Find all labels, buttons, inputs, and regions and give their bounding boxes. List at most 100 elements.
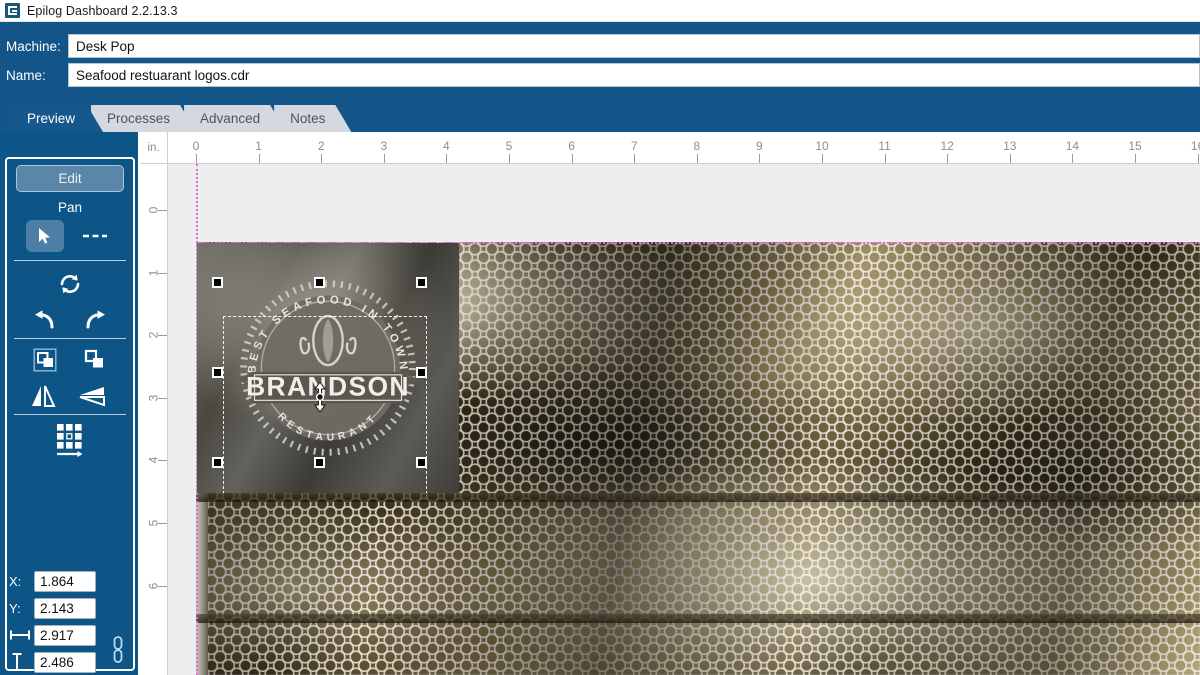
ruler-tick-label: 1: [255, 139, 262, 153]
ruler-tick: [258, 154, 260, 163]
selection-handle-nw[interactable]: [212, 277, 223, 288]
ruler-tick-label: 10: [815, 139, 829, 153]
tab-advanced[interactable]: Advanced: [184, 105, 286, 132]
refresh-tool[interactable]: [51, 268, 89, 300]
ruler-tick: [1135, 154, 1136, 163]
window-title: Epilog Dashboard 2.2.13.3: [27, 3, 178, 18]
tab-preview[interactable]: Preview: [9, 105, 103, 132]
ruler-tick: [321, 154, 323, 163]
ruler-tick: [1009, 154, 1011, 163]
height-measure-icon: [0, 652, 34, 672]
ruler-tick-label: 0: [146, 206, 161, 214]
ruler-tick-label: 14: [1065, 139, 1080, 153]
ruler-tick: [571, 154, 573, 163]
move-crosshair-icon[interactable]: [310, 382, 330, 412]
rail-divider-1: [14, 260, 126, 261]
selection-handle-ne[interactable]: [416, 277, 427, 288]
workspace: Zoom: 0.61 To Fit To Table: [0, 132, 1200, 675]
ruler-tick: [634, 154, 636, 163]
y-field-row: Y: 2.143: [0, 597, 96, 619]
ruler-tick-label: 5: [146, 519, 161, 527]
ruler-tick: [1197, 154, 1199, 163]
tab-label: Notes: [290, 111, 326, 126]
ruler-tick-label: 3: [146, 394, 161, 402]
ruler-tick-label: 4: [146, 457, 161, 464]
ruler-tick-label: 16: [1190, 139, 1200, 153]
ruler-tick-label: 2: [146, 331, 161, 339]
ruler-tick-label: 4: [443, 139, 450, 153]
tool-row-group: [0, 344, 140, 376]
edit-button[interactable]: Edit: [16, 165, 124, 192]
machine-field-row: Machine: Desk Pop: [0, 33, 1200, 59]
ruler-tick-label: 8: [693, 139, 701, 153]
preview-canvas[interactable]: BEST SEAFOOD IN TOWN BRANDSON RESTAURANT: [168, 164, 1200, 675]
array-grid-tool[interactable]: [44, 420, 96, 462]
ruler-tick-label: 11: [878, 139, 891, 153]
window-title-bar: Epilog Dashboard 2.2.13.3: [0, 0, 1200, 22]
ruler-tick: [446, 154, 448, 163]
selection-handle-w[interactable]: [212, 367, 223, 378]
name-input[interactable]: Seafood restuarant logos.cdr: [68, 63, 1200, 87]
ruler-tick-label: 6: [146, 582, 161, 589]
ruler-tick-label: 13: [1003, 139, 1017, 153]
height-input[interactable]: 2.486: [34, 651, 96, 673]
tab-label: Processes: [107, 111, 171, 126]
epilog-e-logo-icon: [5, 3, 20, 18]
name-field-row: Name: Seafood restuarant logos.cdr: [0, 62, 1200, 88]
ruler-tick-label: 12: [940, 139, 954, 153]
pan-label: Pan: [57, 200, 83, 215]
ruler-tick: [947, 154, 949, 163]
horizontal-ruler[interactable]: 012345678910111213141516: [168, 132, 1200, 164]
tab-label: Preview: [27, 111, 76, 126]
ruler-tick: [383, 154, 385, 163]
selection-handle-e[interactable]: [416, 367, 427, 378]
width-measure-icon: [0, 629, 34, 641]
ruler-tick: [696, 154, 698, 163]
selection-handle-s[interactable]: [314, 457, 325, 468]
chain-link-icon[interactable]: [111, 635, 125, 665]
machine-input[interactable]: Desk Pop: [68, 34, 1200, 58]
x-label: X:: [9, 573, 22, 589]
tab-processes[interactable]: Processes: [91, 105, 196, 132]
width-field-row: 2.917: [0, 624, 96, 646]
ruler-tick: [759, 154, 761, 163]
ruler-tick: [1072, 154, 1074, 163]
width-input[interactable]: 2.917: [34, 624, 96, 646]
ruler-tick: [884, 154, 886, 163]
x-field-row: X: 1.864: [0, 570, 96, 592]
dashed-line-tool[interactable]: [76, 220, 114, 252]
ruler-tick-label: 9: [756, 139, 763, 153]
name-label: Name:: [6, 67, 46, 83]
ruler-tick-label: 3: [380, 139, 388, 153]
left-tool-rail: Edit Pan X: 1.864 Y: 2.143 2.917 2.486: [0, 132, 140, 675]
ruler-tick: [509, 154, 510, 163]
group-tool[interactable]: [26, 344, 64, 376]
tab-notes[interactable]: Notes: [274, 105, 351, 132]
machine-label: Machine:: [6, 38, 61, 54]
vertical-ruler[interactable]: 0 1 2 3 4 5 6: [140, 164, 168, 675]
y-input[interactable]: 2.143: [34, 597, 96, 619]
ruler-tick: [196, 154, 197, 163]
ruler-unit-label: in.: [140, 132, 168, 164]
x-input[interactable]: 1.864: [34, 570, 96, 592]
tool-row-undo-redo: [0, 304, 140, 336]
tool-row-refresh: [0, 268, 140, 300]
selection-handle-se[interactable]: [416, 457, 427, 468]
tool-row-array: [0, 420, 140, 462]
ruler-tick-label: 2: [317, 139, 325, 153]
epilog-dashboard-window: Epilog Dashboard 2.2.13.3 Machine: Desk …: [0, 0, 1200, 675]
flip-horizontal-tool[interactable]: [24, 380, 62, 412]
tab-label: Advanced: [200, 111, 261, 126]
redo-tool[interactable]: [76, 304, 114, 336]
flip-vertical-tool[interactable]: [74, 380, 112, 412]
selection-handle-sw[interactable]: [212, 457, 223, 468]
rail-divider-2: [14, 338, 126, 339]
select-arrow-tool[interactable]: [26, 220, 64, 252]
ruler-tick-label: 15: [1128, 139, 1142, 153]
ruler-tick-label: 6: [568, 139, 575, 153]
ungroup-tool[interactable]: [76, 344, 114, 376]
undo-tool[interactable]: [26, 304, 64, 336]
bed-cross-bar-1: [196, 493, 1200, 503]
y-label: Y:: [9, 600, 21, 616]
selection-handle-n[interactable]: [314, 277, 325, 288]
